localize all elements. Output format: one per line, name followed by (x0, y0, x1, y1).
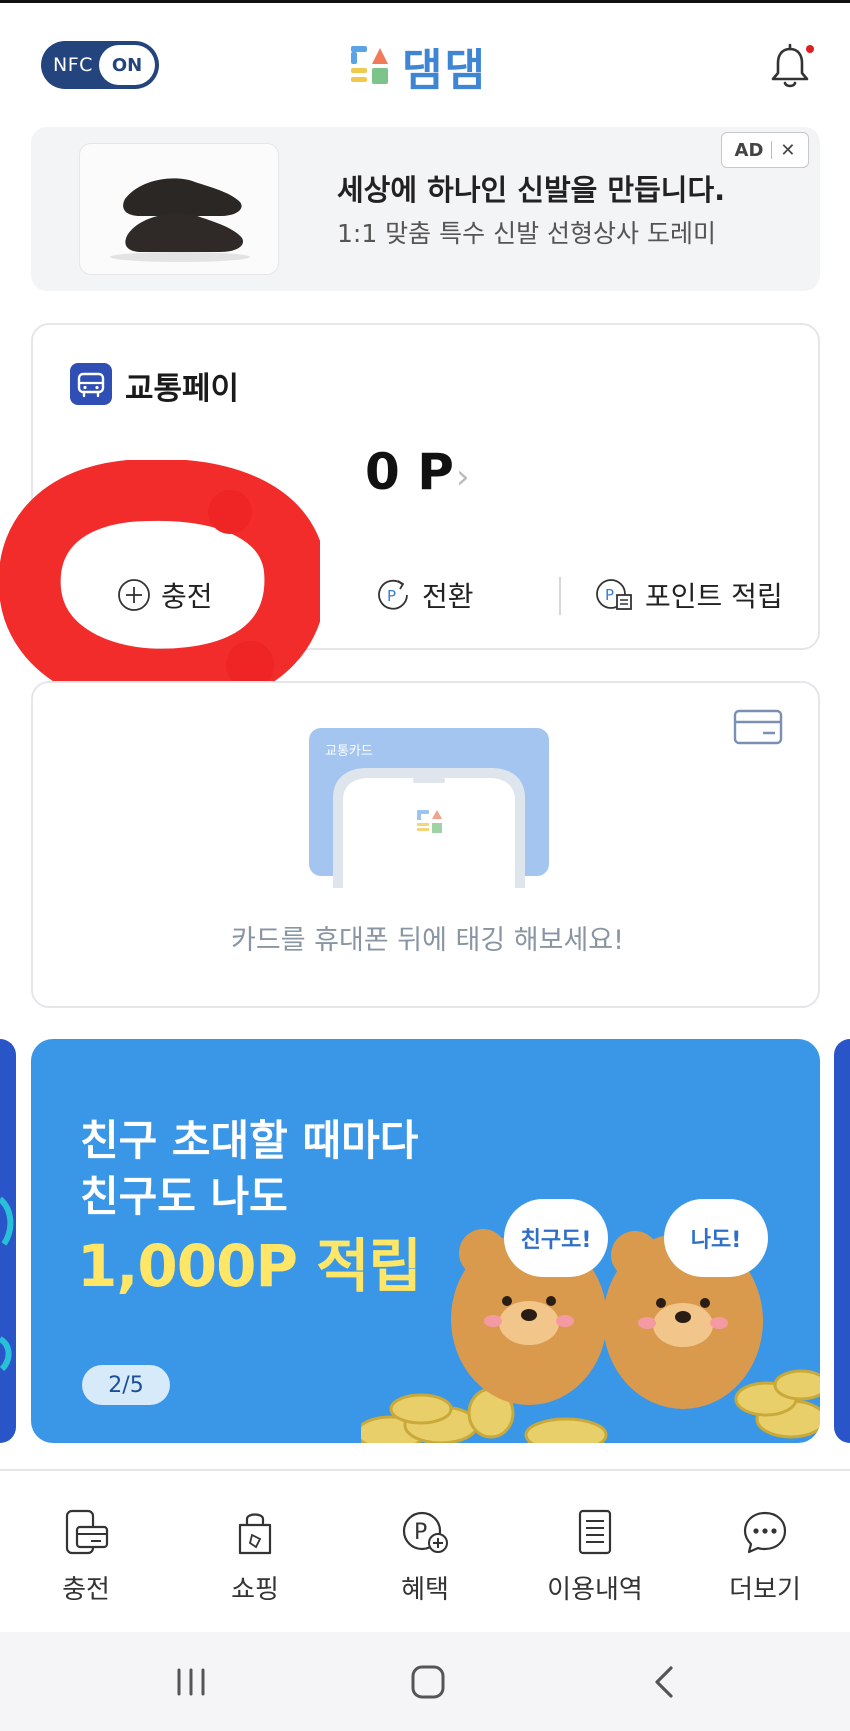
svg-text:P: P (414, 1520, 427, 1545)
banner-line1: 친구 초대할 때마다 (80, 1116, 419, 1165)
nfc-toggle[interactable]: NFC ON (41, 41, 159, 89)
earn-points-label: 포인트 적립 (645, 580, 783, 613)
card-icon[interactable] (733, 708, 783, 746)
carousel-next-slide[interactable] (834, 1039, 850, 1443)
convert-button[interactable]: P 전환 (376, 565, 474, 625)
carousel-prev-slide[interactable] (0, 1039, 16, 1443)
ad-badge[interactable]: AD ✕ (721, 132, 809, 168)
app-logo: 댐댐 (350, 37, 487, 96)
earn-points-button[interactable]: P 포인트 적립 (595, 565, 783, 625)
pay-actions: 충전 P 전환 P 포인트 적립 (33, 565, 822, 625)
point-convert-icon: P (378, 579, 408, 610)
card-device-icon (65, 1509, 109, 1555)
tagging-instruction: 카드를 휴대폰 뒤에 태깅 해보세요! (231, 925, 624, 956)
nav-item-shopping[interactable]: 쇼핑 (180, 1507, 330, 1606)
svg-text:P: P (387, 587, 396, 605)
transit-card-tag-panel: 교통카드 카드를 휴대폰 뒤에 태깅 해보세요! (31, 681, 820, 1008)
ad-badge-divider (771, 141, 773, 159)
close-icon[interactable]: ✕ (780, 140, 795, 161)
back-icon[interactable] (640, 1662, 690, 1702)
nav-label-benefits: 혜택 (401, 1575, 449, 1605)
point-balance[interactable]: 0 P (365, 443, 454, 501)
plus-circle-icon (118, 579, 150, 611)
nav-item-charge[interactable]: 충전 (11, 1507, 161, 1606)
shoes-image (110, 178, 250, 262)
transit-pay-card: 교통페이 0 P › 충전 P 전환 P 포인트 적립 (31, 323, 820, 650)
pay-title: 교통페이 (125, 371, 240, 407)
nav-item-more[interactable]: 더보기 (690, 1507, 840, 1606)
transit-card-label: 교통카드 (325, 744, 373, 759)
nav-label-charge: 충전 (62, 1575, 110, 1605)
point-receipt-icon: P (596, 579, 632, 610)
promo-banner[interactable]: 친구 초대할 때마다 친구도 나도 1,000P 적립 친구도! 나도! 2/5 (31, 1039, 820, 1443)
ad-thumbnail (79, 143, 279, 275)
nfc-state: ON (99, 45, 155, 85)
recent-apps-icon[interactable] (166, 1662, 216, 1702)
nav-item-benefits[interactable]: P 혜택 (350, 1507, 500, 1606)
home-icon[interactable] (403, 1662, 453, 1702)
point-plus-icon: P (402, 1511, 448, 1553)
logo-mark-icon (351, 46, 388, 84)
chat-more-icon (743, 1511, 787, 1554)
card-phone-illustration: 교통카드 (309, 728, 549, 888)
bus-icon (70, 363, 112, 405)
charge-button[interactable]: 충전 (117, 565, 213, 625)
action-divider (559, 577, 561, 615)
ad-label: AD (734, 139, 764, 161)
nav-label-shopping: 쇼핑 (231, 1575, 279, 1605)
app-header: NFC ON 댐댐 (0, 3, 850, 123)
svg-text:P: P (605, 586, 614, 604)
chevron-right-icon[interactable]: › (456, 457, 470, 497)
convert-label: 전환 (422, 580, 474, 613)
nav-label-more: 더보기 (729, 1575, 801, 1605)
shopping-bag-icon (238, 1513, 272, 1555)
system-nav-bar (0, 1632, 850, 1731)
receipt-icon (578, 1509, 612, 1555)
ad-subtitle: 1:1 맞춤 특수 신발 선형상사 도레미 (337, 219, 716, 248)
nfc-label: NFC (53, 54, 93, 76)
notification-dot (806, 45, 814, 53)
charge-label: 충전 (161, 580, 213, 613)
logo-text: 댐댐 (402, 45, 487, 96)
nav-label-history: 이용내역 (547, 1575, 643, 1605)
speech-bubble-me: 나도! (664, 1199, 768, 1277)
ad-banner[interactable]: 세상에 하나인 신발을 만듭니다. 1:1 맞춤 특수 신발 선형상사 도레미 … (31, 127, 820, 291)
nav-item-history[interactable]: 이용내역 (520, 1507, 670, 1606)
ad-title: 세상에 하나인 신발을 만듭니다. (337, 173, 726, 207)
bottom-nav: 충전 쇼핑 P 혜택 이용내역 더보기 (0, 1471, 850, 1631)
banner-line2: 친구도 나도 (80, 1172, 288, 1221)
speech-bubble-friend: 친구도! (504, 1199, 608, 1277)
carousel-pager: 2/5 (82, 1365, 170, 1405)
